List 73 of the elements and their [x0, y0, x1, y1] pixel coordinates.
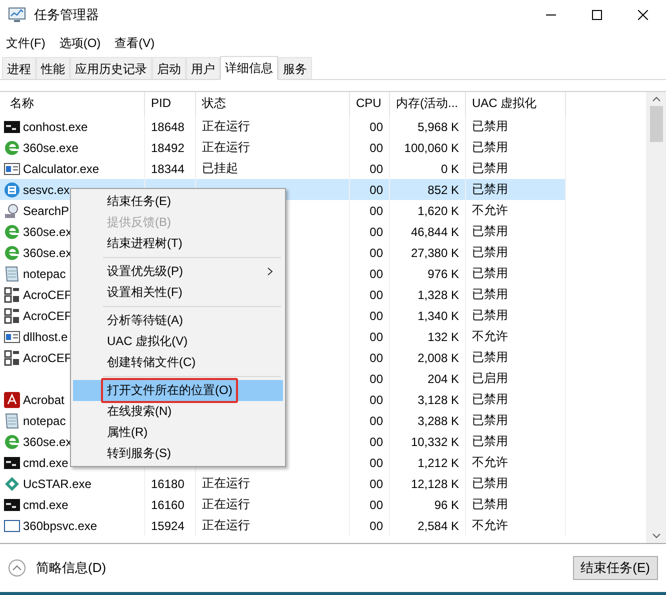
process-name-cell: 360se.exe — [0, 137, 145, 158]
table-cell: 00 — [350, 515, 390, 536]
table-cell: 18648 — [145, 116, 196, 137]
table-cell: 00 — [350, 452, 390, 473]
table-cell: 1,212 K — [390, 452, 466, 473]
table-cell: 不允许 — [466, 515, 566, 536]
table-cell: 3,288 K — [390, 410, 466, 431]
table-cell: 已禁用 — [466, 137, 566, 158]
table-cell: 00 — [350, 116, 390, 137]
table-cell: 正在运行 — [196, 473, 350, 494]
table-cell: 16160 — [145, 494, 196, 515]
process-name-cell: cmd.exe — [0, 494, 145, 515]
table-cell: 正在运行 — [196, 515, 350, 536]
table-cell: 已禁用 — [466, 263, 566, 284]
table-cell: 00 — [350, 494, 390, 515]
table-cell: 00 — [350, 179, 390, 200]
table-cell: 2,008 K — [390, 347, 466, 368]
table-cell: 100,060 K — [390, 137, 466, 158]
table-cell: 已禁用 — [466, 410, 566, 431]
table-cell: 18492 — [145, 137, 196, 158]
table-cell: 00 — [350, 221, 390, 242]
process-name-cell: UcSTAR.exe — [0, 473, 145, 494]
table-cell: 2,584 K — [390, 515, 466, 536]
table-cell: 5,968 K — [390, 116, 466, 137]
table-cell: 已禁用 — [466, 221, 566, 242]
table-cell: 已禁用 — [466, 242, 566, 263]
table-cell: 已禁用 — [466, 494, 566, 515]
table-cell: 不允许 — [466, 200, 566, 221]
table-cell: 已禁用 — [466, 116, 566, 137]
process-name-cell: conhost.exe — [0, 116, 145, 137]
process-name-cell: 360bpsvc.exe — [0, 515, 145, 536]
table-cell: 00 — [350, 200, 390, 221]
table-cell: 1,328 K — [390, 284, 466, 305]
table-cell: 12,128 K — [390, 473, 466, 494]
window-title: 任务管理器 — [34, 6, 100, 24]
table-cell: 已禁用 — [466, 473, 566, 494]
table-cell: 正在运行 — [196, 116, 350, 137]
table-cell: 976 K — [390, 263, 466, 284]
table-cell: 15924 — [145, 515, 196, 536]
table-cell: 已禁用 — [466, 284, 566, 305]
table-cell: 1,340 K — [390, 305, 466, 326]
table-cell: 852 K — [390, 179, 466, 200]
table-cell: 已禁用 — [466, 347, 566, 368]
table-cell: 00 — [350, 473, 390, 494]
table-cell: 正在运行 — [196, 494, 350, 515]
table-cell: 204 K — [390, 368, 466, 389]
table-cell: 已启用 — [466, 368, 566, 389]
table-cell: 00 — [350, 137, 390, 158]
table-cell: 00 — [350, 347, 390, 368]
table-cell: 不允许 — [466, 326, 566, 347]
table-cell: 00 — [350, 242, 390, 263]
table-cell: 00 — [350, 431, 390, 452]
table-cell: 1,620 K — [390, 200, 466, 221]
table-cell: 已禁用 — [466, 389, 566, 410]
table-cell: 3,128 K — [390, 389, 466, 410]
table-cell: 00 — [350, 389, 390, 410]
table-cell: 已禁用 — [466, 431, 566, 452]
table-cell: 132 K — [390, 326, 466, 347]
table-cell: 27,380 K — [390, 242, 466, 263]
table-cell: 00 — [350, 368, 390, 389]
table-cell: 已禁用 — [466, 179, 566, 200]
table-cell: 已禁用 — [466, 305, 566, 326]
table-cell: 00 — [350, 305, 390, 326]
table-cell: 16180 — [145, 473, 196, 494]
table-cell: 不允许 — [466, 452, 566, 473]
table-cell: 00 — [350, 263, 390, 284]
table-cell: 00 — [350, 326, 390, 347]
table-cell: 00 — [350, 410, 390, 431]
table-cell: 46,844 K — [390, 221, 466, 242]
table-cell: 00 — [350, 284, 390, 305]
table-cell: 正在运行 — [196, 137, 350, 158]
table-cell: 96 K — [390, 494, 466, 515]
table-cell: 10,332 K — [390, 431, 466, 452]
